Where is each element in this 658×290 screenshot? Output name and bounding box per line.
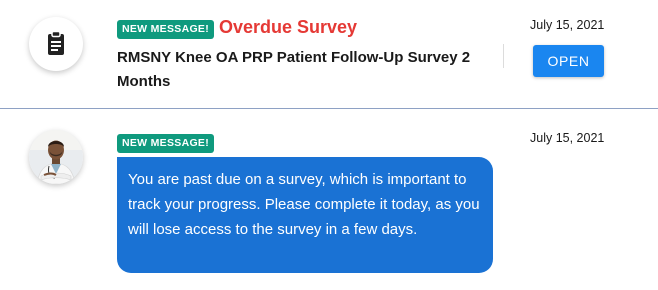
- new-message-badge: NEW MESSAGE!: [117, 20, 215, 39]
- doctor-avatar: [29, 130, 83, 184]
- notification-title: Overdue Survey: [219, 17, 358, 37]
- survey-name: RMSNY Knee OA PRP Patient Follow-Up Surv…: [117, 49, 471, 90]
- open-survey-button[interactable]: OPEN: [533, 45, 604, 77]
- column-separator: [503, 44, 504, 68]
- message-date: July 15, 2021: [530, 18, 605, 32]
- new-message-badge: NEW MESSAGE!: [117, 134, 215, 153]
- notification-row: NEW MESSAGE! Overdue Survey RMSNY Knee O…: [0, 0, 658, 108]
- clipboard-icon: [48, 30, 64, 55]
- notification-row: NEW MESSAGE! July 15, 2021 You are past …: [0, 109, 658, 290]
- message-bubble: You are past due on a survey, which is i…: [117, 157, 493, 273]
- survey-avatar: [29, 17, 83, 71]
- doctor-avatar-icon: [29, 130, 83, 184]
- message-date: July 15, 2021: [530, 131, 605, 145]
